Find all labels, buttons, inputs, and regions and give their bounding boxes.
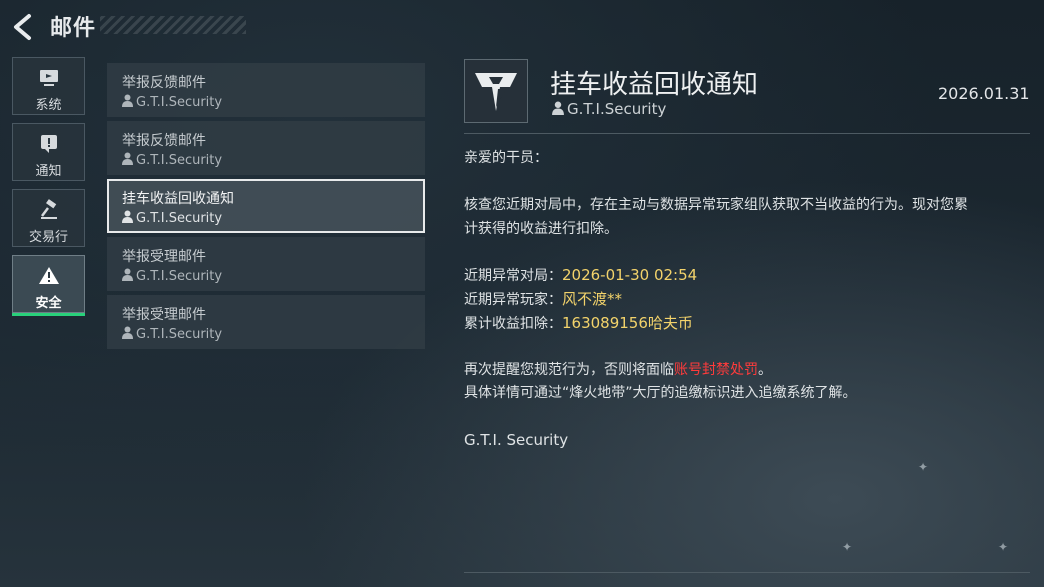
mail-detail-sender-name: G.T.I.Security xyxy=(567,100,667,118)
mail-greeting: 亲爱的干员： xyxy=(464,150,548,166)
mail-sender-name: G.T.I.Security xyxy=(136,153,223,168)
abnormal-player-row: 近期异常玩家：风不渡** xyxy=(464,287,622,312)
category-system[interactable]: 系统 xyxy=(12,57,85,115)
mail-paragraph-line: 核查您近期对局中，存在主动与数据异常玩家组队获取不当收益的行为。现对您累 xyxy=(464,197,968,213)
abnormal-match-value: 2026-01-30 02:54 xyxy=(562,266,698,284)
mail-item[interactable]: 举报反馈邮件 G.T.I.Security xyxy=(107,63,425,117)
abnormal-match-label: 近期异常对局： xyxy=(464,268,562,284)
category-label: 交易行 xyxy=(28,230,68,245)
mail-subject: 举报反馈邮件 xyxy=(122,75,206,91)
mail-item-selected[interactable]: 挂车收益回收通知 G.T.I.Security xyxy=(107,179,425,233)
exclamation-icon xyxy=(13,133,84,155)
monitor-icon xyxy=(13,67,84,89)
mail-subject: 举报受理邮件 xyxy=(122,249,206,265)
mail-subject: 挂车收益回收通知 xyxy=(122,191,234,207)
deduction-label: 累计收益扣除： xyxy=(464,316,562,332)
mail-sender-name: G.T.I.Security xyxy=(136,211,223,226)
mail-sender-name: G.T.I.Security xyxy=(136,269,223,284)
divider xyxy=(464,133,1030,134)
category-notice[interactable]: 通知 xyxy=(12,123,85,181)
sparkle-decoration: ✦ xyxy=(998,540,1009,554)
mail-signature: G.T.I. Security xyxy=(464,431,569,449)
person-icon xyxy=(122,152,133,165)
top-bar: 邮件 xyxy=(0,0,440,52)
warning-prefix: 再次提醒您规范行为，否则将面临 xyxy=(464,362,674,378)
mail-sender: G.T.I.Security xyxy=(122,210,222,226)
person-icon xyxy=(122,326,133,339)
person-icon xyxy=(122,94,133,107)
security-logo-icon xyxy=(475,73,517,111)
category-security[interactable]: 安全 xyxy=(12,255,85,316)
deduction-value: 163089156哈夫币 xyxy=(562,314,693,332)
mail-sender: G.T.I.Security xyxy=(122,94,222,110)
gavel-icon xyxy=(13,199,84,221)
sender-logo xyxy=(464,59,528,123)
ban-warning-text: 账号封禁处罚 xyxy=(674,362,758,378)
sparkle-decoration: ✦ xyxy=(918,460,929,474)
page-title: 邮件 xyxy=(50,16,97,41)
warning-line: 再次提醒您规范行为，否则将面临账号封禁处罚。 xyxy=(464,358,772,382)
divider xyxy=(464,572,1030,573)
mail-item[interactable]: 举报受理邮件 G.T.I.Security xyxy=(107,237,425,291)
warning-icon xyxy=(13,265,84,287)
category-label: 安全 xyxy=(35,296,62,311)
mail-subject: 举报反馈邮件 xyxy=(122,133,206,149)
info-line: 具体详情可通过“烽火地带”大厅的追缴标识进入追缴系统了解。 xyxy=(464,385,857,401)
mail-paragraph-line: 计获得的收益进行扣除。 xyxy=(464,221,618,237)
sparkle-decoration: ✦ xyxy=(842,540,853,554)
mail-sender: G.T.I.Security xyxy=(122,152,222,168)
deduction-row: 累计收益扣除：163089156哈夫币 xyxy=(464,311,693,336)
person-icon xyxy=(122,210,133,223)
title-decoration xyxy=(100,16,246,34)
mail-sender: G.T.I.Security xyxy=(122,268,222,284)
category-label: 通知 xyxy=(35,164,62,179)
warning-suffix: 。 xyxy=(758,362,772,378)
category-trade[interactable]: 交易行 xyxy=(12,189,85,247)
mail-detail-date: 2026.01.31 xyxy=(938,84,1030,103)
mail-detail-title: 挂车收益回收通知 xyxy=(550,70,759,100)
mail-detail-sender: G.T.I.Security xyxy=(552,100,666,118)
active-indicator xyxy=(12,313,85,316)
abnormal-match-row: 近期异常对局：2026-01-30 02:54 xyxy=(464,263,697,288)
mail-item[interactable]: 举报反馈邮件 G.T.I.Security xyxy=(107,121,425,175)
mail-item[interactable]: 举报受理邮件 G.T.I.Security xyxy=(107,295,425,349)
person-icon xyxy=(552,101,564,115)
category-label: 系统 xyxy=(35,98,62,113)
person-icon xyxy=(122,268,133,281)
mail-sender: G.T.I.Security xyxy=(122,326,222,342)
mail-sender-name: G.T.I.Security xyxy=(136,327,223,342)
back-arrow-icon[interactable] xyxy=(10,13,38,41)
mail-subject: 举报受理邮件 xyxy=(122,307,206,323)
mail-sender-name: G.T.I.Security xyxy=(136,95,223,110)
abnormal-player-label: 近期异常玩家： xyxy=(464,292,562,308)
abnormal-player-value: 风不渡** xyxy=(562,290,623,308)
